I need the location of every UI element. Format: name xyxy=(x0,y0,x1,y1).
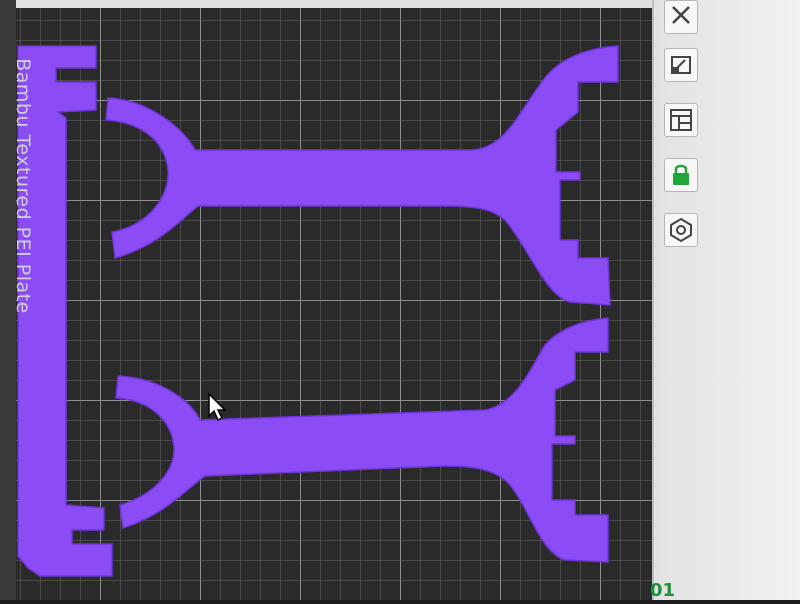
layout-icon xyxy=(670,109,692,131)
lock-icon xyxy=(673,164,689,185)
layout-button[interactable] xyxy=(664,103,698,137)
plate-label: Bambu Textured PEI Plate xyxy=(12,58,34,314)
arrange-icon xyxy=(671,56,691,74)
hex-nut-icon xyxy=(670,217,692,243)
mouse-cursor-icon xyxy=(208,392,227,422)
close-button[interactable] xyxy=(664,0,698,34)
close-icon xyxy=(672,6,690,24)
settings-button[interactable] xyxy=(664,213,698,247)
lock-button[interactable] xyxy=(664,158,698,192)
counter-text: 01 xyxy=(650,580,676,601)
side-panel xyxy=(652,0,800,600)
arrange-button[interactable] xyxy=(664,48,698,82)
